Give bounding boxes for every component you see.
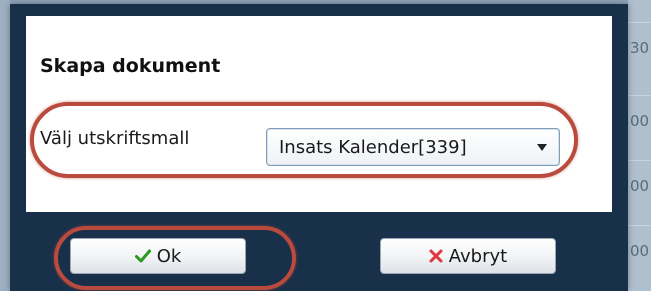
ok-button-label: Ok [156, 245, 182, 267]
ok-button[interactable]: Ok [70, 238, 246, 274]
x-icon [429, 249, 443, 263]
dialog-title: Skapa dokument [40, 55, 221, 77]
background-cell: 00 [628, 95, 651, 146]
background-cell: 30 [628, 22, 651, 73]
template-label: Välj utskriftsmall [40, 128, 190, 149]
cancel-button[interactable]: Avbryt [380, 238, 556, 274]
cancel-button-label: Avbryt [448, 245, 508, 267]
chevron-down-icon [537, 144, 547, 151]
background-cell: 00 [628, 225, 651, 276]
background-left-edge [0, 0, 10, 291]
template-select[interactable]: Insats Kalender[339] [266, 128, 560, 166]
background-cell: 00 [628, 160, 651, 211]
checkmark-icon [134, 249, 151, 263]
template-select-value: Insats Kalender[339] [279, 137, 467, 158]
screen: 30 00 00 00 Skapa dokument Välj utskrift… [0, 0, 651, 291]
